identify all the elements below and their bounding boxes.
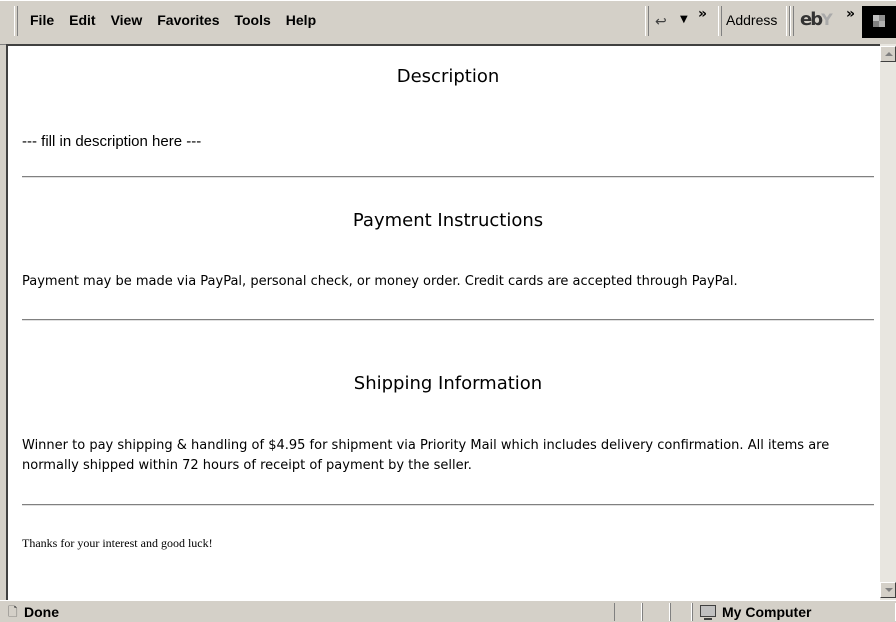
ebay-logo-icon[interactable]: ebY — [800, 11, 833, 29]
thanks-text: Thanks for your interest and good luck! — [22, 536, 213, 550]
scroll-down-button[interactable] — [880, 582, 896, 598]
divider — [22, 319, 874, 321]
vertical-scrollbar[interactable] — [880, 44, 896, 600]
divider — [22, 504, 874, 506]
toolbar-grip[interactable] — [718, 6, 722, 36]
status-panel — [614, 603, 642, 621]
status-bar: 🗋 Done My Computer — [0, 600, 896, 622]
toolbar-grip[interactable] — [790, 6, 794, 36]
security-zone-text: My Computer — [722, 604, 812, 620]
toolbar-grip[interactable] — [645, 6, 649, 36]
description-text: --- fill in description here --- — [22, 133, 202, 150]
page-icon: 🗋 — [8, 605, 18, 619]
menu-bar: File Edit View Favorites Tools Help ↩ ▼ … — [0, 0, 896, 45]
more-chevron-icon[interactable]: » — [698, 6, 707, 22]
menu-edit[interactable]: Edit — [69, 12, 95, 28]
divider — [22, 176, 874, 178]
menu-file[interactable]: File — [30, 12, 54, 28]
computer-icon — [700, 605, 716, 620]
windows-logo-icon — [862, 6, 896, 38]
shipping-text: Winner to pay shipping & handling of $4.… — [22, 438, 830, 473]
address-label[interactable]: Address — [726, 12, 777, 28]
arrow-up-icon — [885, 52, 893, 56]
menu-favorites[interactable]: Favorites — [157, 12, 219, 28]
more-chevron-icon[interactable]: » — [846, 6, 855, 22]
chevron-down-icon[interactable]: ▼ — [680, 14, 688, 25]
menu-items: File Edit View Favorites Tools Help — [30, 12, 331, 28]
page-viewport: Description --- fill in description here… — [6, 44, 882, 602]
status-text: Done — [24, 604, 59, 620]
browser-window: File Edit View Favorites Tools Help ↩ ▼ … — [0, 0, 896, 622]
menu-help[interactable]: Help — [286, 12, 316, 28]
menu-view[interactable]: View — [111, 12, 143, 28]
toolbar-grip[interactable] — [14, 6, 18, 36]
shipping-heading: Shipping Information — [353, 373, 543, 394]
back-arrow-icon[interactable]: ↩ — [655, 14, 667, 30]
status-panel — [642, 603, 670, 621]
menu-tools[interactable]: Tools — [234, 12, 270, 28]
scroll-up-button[interactable] — [880, 46, 896, 62]
payment-heading: Payment Instructions — [352, 210, 544, 231]
description-heading: Description — [396, 66, 500, 87]
status-panel — [670, 603, 692, 621]
payment-text: Payment may be made via PayPal, personal… — [22, 274, 738, 289]
arrow-down-icon — [885, 588, 893, 592]
